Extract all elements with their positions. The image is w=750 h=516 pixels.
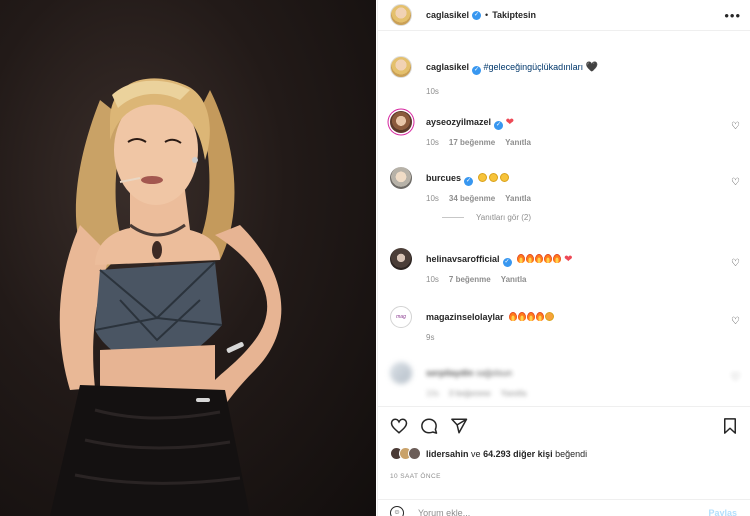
comment-like-heart-icon[interactable]: ♡ (731, 316, 740, 327)
comment-time: 10s (426, 194, 439, 203)
comment-input[interactable]: Yorum ekle... (418, 508, 470, 516)
fire-emoji (508, 312, 517, 321)
fire-emoji (517, 312, 526, 321)
list-item: serpilaydin sağolsun 10s 3 beğenme Yanıt… (390, 362, 740, 398)
verified-icon: ✓ (464, 177, 474, 186)
comment-username[interactable]: helinavsarofficial (426, 254, 500, 264)
emoji-icon[interactable]: ☺ (390, 505, 404, 516)
post-comment-button[interactable]: Paylaş (708, 508, 737, 516)
avatar[interactable] (390, 362, 412, 384)
view-replies-label: Yanıtları gör (2) (476, 213, 531, 222)
list-item: helinavsarofficial ✓ ❤ 10s 7 beğenme Yanı… (390, 248, 740, 284)
view-replies-button[interactable]: Yanıtları gör (2) (442, 213, 740, 222)
comment-like-heart-icon[interactable]: ♡ (731, 372, 740, 383)
comment-time: 10s (426, 389, 439, 398)
list-item: ayseozyilmazel ✓ ❤ 10s 17 beğenme Yanıtla… (390, 111, 740, 147)
post-time[interactable]: 10 SAAT ÖNCE (390, 473, 441, 480)
post-image (50, 78, 282, 516)
red-heart-emoji: ❤ (564, 254, 573, 265)
comment-username[interactable]: serpilaydin (426, 368, 474, 378)
caption-time: 10s (426, 87, 439, 96)
separator-dot: • (485, 10, 489, 20)
comment-likes[interactable]: 34 beğenme (449, 194, 495, 203)
comment-time: 10s (426, 275, 439, 284)
comments-list[interactable]: caglasikel ✓ #geleceğingüçlükadınları 🖤 1… (378, 49, 750, 404)
avatar[interactable] (390, 4, 412, 26)
avatar[interactable] (390, 248, 412, 270)
fire-emoji (525, 254, 534, 263)
avatar[interactable] (390, 56, 412, 78)
comment-like-heart-icon[interactable]: ♡ (731, 258, 740, 269)
reply-button[interactable]: Yanıtla (501, 389, 527, 398)
list-item: burcues ✓ 10s 34 beğenme Yanıtla Yanıtlar… (390, 167, 740, 222)
add-comment-bar: ☺ Yorum ekle... Paylaş (378, 499, 750, 516)
avatar[interactable] (390, 167, 412, 189)
smile-emoji (489, 173, 499, 182)
caption-username[interactable]: caglasikel (426, 62, 469, 72)
post-header: caglasikel ✓ • Takiptesin ••• (378, 0, 750, 31)
list-item: mag magazinselolaylar 9s ♡ (390, 306, 740, 342)
smile-emoji (478, 173, 488, 182)
avatar[interactable] (390, 111, 412, 133)
black-heart-emoji: 🖤 (585, 62, 599, 73)
comment-like-heart-icon[interactable]: ♡ (731, 177, 740, 188)
more-horizontal-icon[interactable]: ••• (724, 8, 741, 23)
fire-emoji (535, 312, 544, 321)
post-side-panel: caglasikel ✓ • Takiptesin ••• caglasikel… (377, 0, 750, 516)
comment-username[interactable]: burcues (426, 173, 461, 183)
smile-emoji (500, 173, 510, 182)
others-count[interactable]: 64.293 diğer kişi (483, 449, 553, 459)
verified-icon: ✓ (472, 66, 482, 75)
fire-emoji (516, 254, 525, 263)
comment-likes[interactable]: 17 beğenme (449, 138, 495, 147)
following-button[interactable]: Takiptesin (492, 10, 536, 20)
comment-like-heart-icon[interactable]: ♡ (731, 121, 740, 132)
verified-icon: ✓ (472, 10, 482, 20)
fire-emoji (552, 254, 561, 263)
reply-button[interactable]: Yanıtla (501, 275, 527, 284)
caption: caglasikel ✓ #geleceğingüçlükadınları 🖤 1… (390, 56, 740, 96)
heart-icon[interactable] (390, 417, 408, 437)
comment-time: 9s (426, 333, 435, 342)
likes-suffix: beğendi (555, 448, 588, 459)
comment-time: 10s (426, 138, 439, 147)
post-actions: lidersahin ve 64.293 diğer kişi beğendi … (378, 406, 750, 516)
comment-username[interactable]: ayseozyilmazel (426, 117, 491, 127)
likes-summary[interactable]: lidersahin ve 64.293 diğer kişi beğendi (390, 447, 587, 460)
comment-text: sağolsun (476, 368, 513, 378)
verified-icon: ✓ (494, 121, 504, 130)
fire-emoji (526, 312, 535, 321)
comment-likes[interactable]: 7 beğenme (449, 275, 491, 284)
avatar[interactable]: mag (390, 306, 412, 328)
verified-icon: ✓ (502, 258, 512, 267)
comment-icon[interactable] (420, 417, 438, 437)
post-photo[interactable] (0, 0, 376, 516)
send-icon[interactable] (450, 417, 468, 437)
reply-button[interactable]: Yanıtla (505, 194, 531, 203)
comment-likes[interactable]: 3 beğenme (449, 389, 491, 398)
author-username[interactable]: caglasikel (426, 10, 469, 20)
bookmark-icon[interactable] (721, 417, 739, 437)
reply-button[interactable]: Yanıtla (505, 138, 531, 147)
red-heart-emoji: ❤ (505, 117, 514, 128)
avatar (408, 447, 421, 460)
liked-by-username[interactable]: lidersahin (426, 449, 469, 459)
fire-emoji (543, 254, 552, 263)
caption-hashtag[interactable]: #geleceğingüçlükadınları (484, 62, 584, 72)
heart-eyes-emoji (544, 312, 554, 321)
likes-conjunction: ve (471, 448, 481, 459)
comment-username[interactable]: magazinselolaylar (426, 312, 504, 322)
fire-emoji (534, 254, 543, 263)
divider (442, 217, 464, 218)
